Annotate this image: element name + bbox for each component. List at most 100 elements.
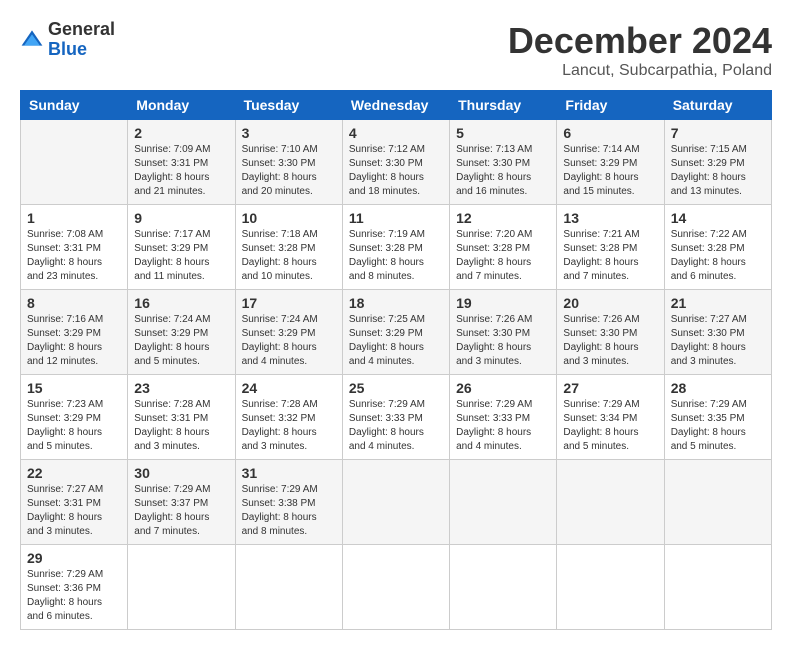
day-info: Sunrise: 7:28 AMSunset: 3:31 PMDaylight:… — [134, 398, 228, 454]
logo-text: General Blue — [48, 20, 115, 60]
logo: General Blue — [20, 20, 115, 60]
day-number: 26 — [456, 380, 550, 396]
logo-icon — [20, 28, 44, 52]
location: Lancut, Subcarpathia, Poland — [508, 62, 772, 80]
day-info: Sunrise: 7:14 AMSunset: 3:29 PMDaylight:… — [563, 143, 657, 199]
calendar-header-friday: Friday — [557, 91, 664, 120]
day-info: Sunrise: 7:29 AMSunset: 3:34 PMDaylight:… — [563, 398, 657, 454]
calendar-cell: 2 Sunrise: 7:09 AMSunset: 3:31 PMDaylight… — [128, 120, 235, 205]
day-number: 21 — [671, 295, 765, 311]
day-info: Sunrise: 7:09 AMSunset: 3:31 PMDaylight:… — [134, 143, 228, 199]
logo-general: General — [48, 20, 115, 40]
calendar-cell: 27 Sunrise: 7:29 AMSunset: 3:34 PMDayligh… — [557, 375, 664, 460]
calendar-cell: 17Sunrise: 7:24 AMSunset: 3:29 PMDayligh… — [235, 290, 342, 375]
calendar-row-1: 1Sunrise: 7:08 AMSunset: 3:31 PMDaylight… — [21, 205, 772, 290]
calendar-header-row: SundayMondayTuesdayWednesdayThursdayFrid… — [21, 91, 772, 120]
calendar-cell: 28Sunrise: 7:29 AMSunset: 3:35 PMDayligh… — [664, 375, 771, 460]
calendar-cell: 21 Sunrise: 7:27 AMSunset: 3:30 PMDayligh… — [664, 290, 771, 375]
calendar-cell: 19 Sunrise: 7:26 AMSunset: 3:30 PMDayligh… — [450, 290, 557, 375]
day-number: 3 — [242, 125, 336, 141]
day-number: 29 — [27, 550, 121, 566]
page-header: General Blue December 2024 Lancut, Subca… — [20, 20, 772, 80]
day-number: 20 — [563, 295, 657, 311]
calendar-cell: 4Sunrise: 7:12 AMSunset: 3:30 PMDaylight… — [342, 120, 449, 205]
day-info: Sunrise: 7:17 AMSunset: 3:29 PMDaylight:… — [134, 228, 228, 284]
day-info: Sunrise: 7:21 AMSunset: 3:28 PMDaylight:… — [563, 228, 657, 284]
calendar-cell — [342, 545, 449, 630]
calendar-header-sunday: Sunday — [21, 91, 128, 120]
day-info: Sunrise: 7:24 AMSunset: 3:29 PMDaylight:… — [134, 313, 228, 369]
day-number: 22 — [27, 465, 121, 481]
calendar-cell — [557, 460, 664, 545]
day-info: Sunrise: 7:23 AMSunset: 3:29 PMDaylight:… — [27, 398, 121, 454]
logo-blue: Blue — [48, 40, 115, 60]
day-info: Sunrise: 7:18 AMSunset: 3:28 PMDaylight:… — [242, 228, 336, 284]
day-number: 1 — [27, 210, 121, 226]
day-info: Sunrise: 7:20 AMSunset: 3:28 PMDaylight:… — [456, 228, 550, 284]
calendar-cell: 5 Sunrise: 7:13 AMSunset: 3:30 PMDaylight… — [450, 120, 557, 205]
calendar-table: SundayMondayTuesdayWednesdayThursdayFrid… — [20, 90, 772, 630]
calendar-cell: 12 Sunrise: 7:20 AMSunset: 3:28 PMDayligh… — [450, 205, 557, 290]
calendar-cell — [128, 545, 235, 630]
calendar-header-monday: Monday — [128, 91, 235, 120]
day-info: Sunrise: 7:19 AMSunset: 3:28 PMDaylight:… — [349, 228, 443, 284]
calendar-row-5: 29Sunrise: 7:29 AMSunset: 3:36 PMDayligh… — [21, 545, 772, 630]
day-number: 27 — [563, 380, 657, 396]
day-number: 10 — [242, 210, 336, 226]
calendar-cell — [235, 545, 342, 630]
day-number: 8 — [27, 295, 121, 311]
calendar-cell: 9Sunrise: 7:17 AMSunset: 3:29 PMDaylight… — [128, 205, 235, 290]
day-info: Sunrise: 7:13 AMSunset: 3:30 PMDaylight:… — [456, 143, 550, 199]
calendar-cell: 11 Sunrise: 7:19 AMSunset: 3:28 PMDayligh… — [342, 205, 449, 290]
day-number: 2 — [134, 125, 228, 141]
day-number: 30 — [134, 465, 228, 481]
day-info: Sunrise: 7:27 AMSunset: 3:30 PMDaylight:… — [671, 313, 765, 369]
calendar-cell: 31 Sunrise: 7:29 AMSunset: 3:38 PMDayligh… — [235, 460, 342, 545]
day-info: Sunrise: 7:10 AMSunset: 3:30 PMDaylight:… — [242, 143, 336, 199]
day-info: Sunrise: 7:28 AMSunset: 3:32 PMDaylight:… — [242, 398, 336, 454]
day-info: Sunrise: 7:22 AMSunset: 3:28 PMDaylight:… — [671, 228, 765, 284]
calendar-cell: 16Sunrise: 7:24 AMSunset: 3:29 PMDayligh… — [128, 290, 235, 375]
day-number: 14 — [671, 210, 765, 226]
day-info: Sunrise: 7:29 AMSunset: 3:33 PMDaylight:… — [349, 398, 443, 454]
month-title: December 2024 — [508, 20, 772, 62]
day-number: 5 — [456, 125, 550, 141]
day-info: Sunrise: 7:29 AMSunset: 3:37 PMDaylight:… — [134, 483, 228, 539]
day-number: 19 — [456, 295, 550, 311]
calendar-cell: 18Sunrise: 7:25 AMSunset: 3:29 PMDayligh… — [342, 290, 449, 375]
calendar-cell — [450, 460, 557, 545]
day-info: Sunrise: 7:29 AMSunset: 3:38 PMDaylight:… — [242, 483, 336, 539]
day-number: 7 — [671, 125, 765, 141]
calendar-cell: 20Sunrise: 7:26 AMSunset: 3:30 PMDayligh… — [557, 290, 664, 375]
calendar-row-3: 15Sunrise: 7:23 AMSunset: 3:29 PMDayligh… — [21, 375, 772, 460]
day-number: 24 — [242, 380, 336, 396]
calendar-header-saturday: Saturday — [664, 91, 771, 120]
day-number: 28 — [671, 380, 765, 396]
day-info: Sunrise: 7:29 AMSunset: 3:33 PMDaylight:… — [456, 398, 550, 454]
calendar-cell: 14 Sunrise: 7:22 AMSunset: 3:28 PMDayligh… — [664, 205, 771, 290]
calendar-cell: 29Sunrise: 7:29 AMSunset: 3:36 PMDayligh… — [21, 545, 128, 630]
calendar-cell: 3 Sunrise: 7:10 AMSunset: 3:30 PMDaylight… — [235, 120, 342, 205]
calendar-header-thursday: Thursday — [450, 91, 557, 120]
calendar-cell: 25Sunrise: 7:29 AMSunset: 3:33 PMDayligh… — [342, 375, 449, 460]
day-info: Sunrise: 7:16 AMSunset: 3:29 PMDaylight:… — [27, 313, 121, 369]
calendar-cell: 13Sunrise: 7:21 AMSunset: 3:28 PMDayligh… — [557, 205, 664, 290]
day-info: Sunrise: 7:25 AMSunset: 3:29 PMDaylight:… — [349, 313, 443, 369]
calendar-cell — [664, 545, 771, 630]
day-number: 31 — [242, 465, 336, 481]
day-info: Sunrise: 7:15 AMSunset: 3:29 PMDaylight:… — [671, 143, 765, 199]
calendar-row-2: 8 Sunrise: 7:16 AMSunset: 3:29 PMDaylight… — [21, 290, 772, 375]
calendar-cell: 10 Sunrise: 7:18 AMSunset: 3:28 PMDayligh… — [235, 205, 342, 290]
day-info: Sunrise: 7:24 AMSunset: 3:29 PMDaylight:… — [242, 313, 336, 369]
calendar-cell — [342, 460, 449, 545]
calendar-cell: 8 Sunrise: 7:16 AMSunset: 3:29 PMDaylight… — [21, 290, 128, 375]
calendar-cell — [21, 120, 128, 205]
calendar-cell: 1Sunrise: 7:08 AMSunset: 3:31 PMDaylight… — [21, 205, 128, 290]
calendar-cell: 6Sunrise: 7:14 AMSunset: 3:29 PMDaylight… — [557, 120, 664, 205]
day-number: 12 — [456, 210, 550, 226]
calendar-cell — [664, 460, 771, 545]
day-number: 11 — [349, 210, 443, 226]
calendar-cell — [450, 545, 557, 630]
calendar-cell: 22Sunrise: 7:27 AMSunset: 3:31 PMDayligh… — [21, 460, 128, 545]
day-info: Sunrise: 7:26 AMSunset: 3:30 PMDaylight:… — [456, 313, 550, 369]
